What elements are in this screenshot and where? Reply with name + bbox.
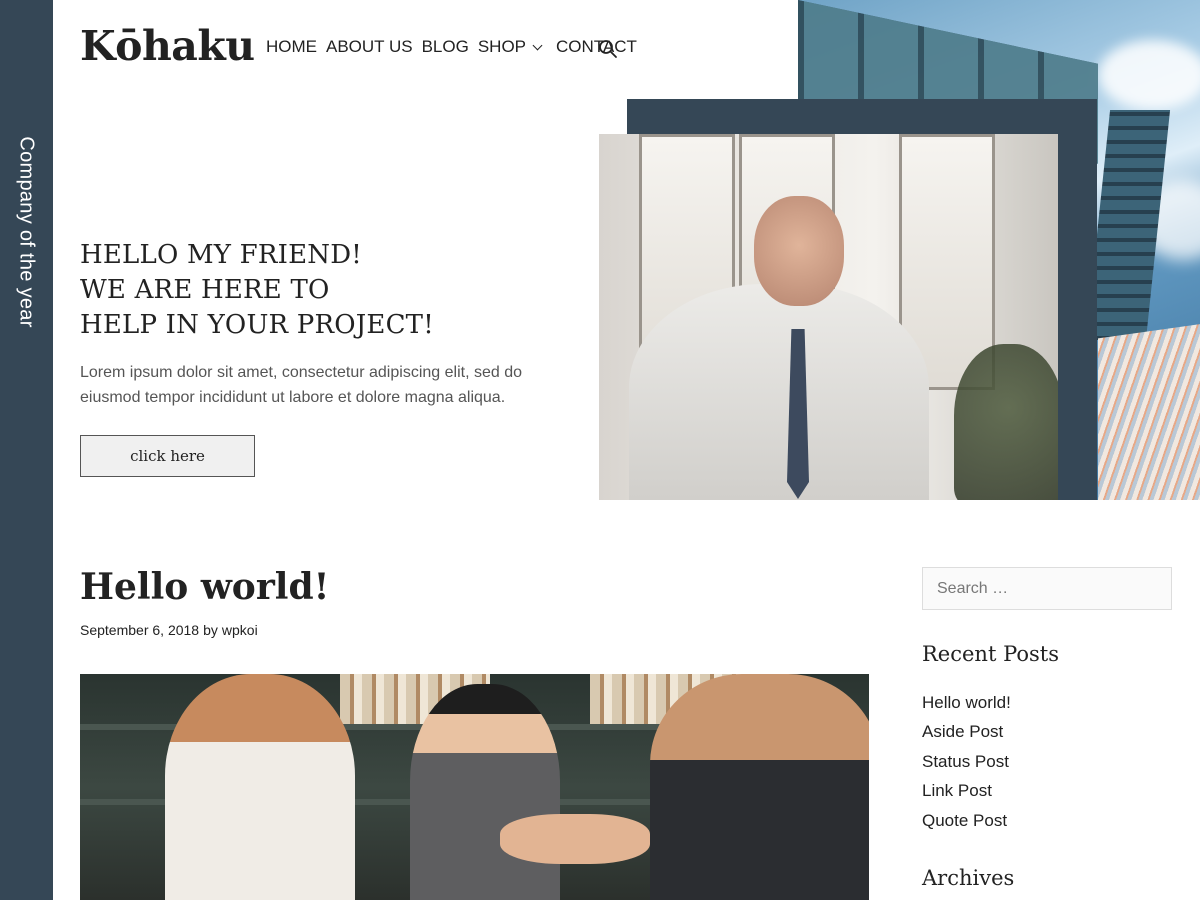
- post-title[interactable]: Hello world!: [80, 566, 329, 608]
- post-by: by: [203, 622, 218, 638]
- nav-item-home[interactable]: HOME: [266, 37, 317, 57]
- post-featured-image[interactable]: [80, 674, 869, 900]
- side-bar-label: Company of the year: [15, 136, 38, 328]
- hero-title-line: HELP IN YOUR PROJECT!: [80, 310, 434, 340]
- search-icon[interactable]: [598, 39, 618, 59]
- recent-post-link[interactable]: Link Post: [922, 776, 1011, 805]
- hero-title-line: HELLO MY FRIEND!: [80, 240, 362, 270]
- archives-title: Archives: [922, 866, 1015, 890]
- recent-posts-list: Hello world! Aside Post Status Post Link…: [922, 688, 1011, 835]
- recent-post-link[interactable]: Quote Post: [922, 806, 1011, 835]
- click-here-button[interactable]: click here: [80, 435, 255, 477]
- post-meta: September 6, 2018 by wpkoi: [80, 622, 262, 638]
- recent-post-link[interactable]: Hello world!: [922, 688, 1011, 717]
- nav-item-shop-label: SHOP: [477, 37, 527, 56]
- hero-photo: [599, 134, 1058, 500]
- nav-item-shop[interactable]: SHOP: [478, 37, 547, 57]
- hero-text: Lorem ipsum dolor sit amet, consectetur …: [80, 364, 522, 406]
- nav-item-blog[interactable]: BLOG: [422, 37, 469, 57]
- recent-post-link[interactable]: Aside Post: [922, 717, 1011, 746]
- post-date[interactable]: September 6, 2018: [80, 622, 199, 638]
- nav-item-about-us[interactable]: ABOUT US: [326, 37, 413, 57]
- side-bar: Company of the year: [0, 0, 53, 900]
- hero-title-line: WE ARE HERE TO: [80, 275, 330, 305]
- recent-post-link[interactable]: Status Post: [922, 747, 1011, 776]
- search-input[interactable]: [922, 567, 1172, 610]
- post-author[interactable]: wpkoi: [222, 622, 258, 638]
- nav-item-contact[interactable]: CONTACT: [556, 37, 637, 57]
- hero-title: HELLO MY FRIEND! WE ARE HERE TO HELP IN …: [80, 238, 580, 343]
- site-logo[interactable]: Kōhaku: [80, 22, 255, 70]
- recent-posts-title: Recent Posts: [922, 642, 1059, 666]
- chevron-down-icon: [532, 40, 543, 50]
- main-nav: HOME ABOUT US BLOG SHOP CONTACT: [266, 37, 646, 57]
